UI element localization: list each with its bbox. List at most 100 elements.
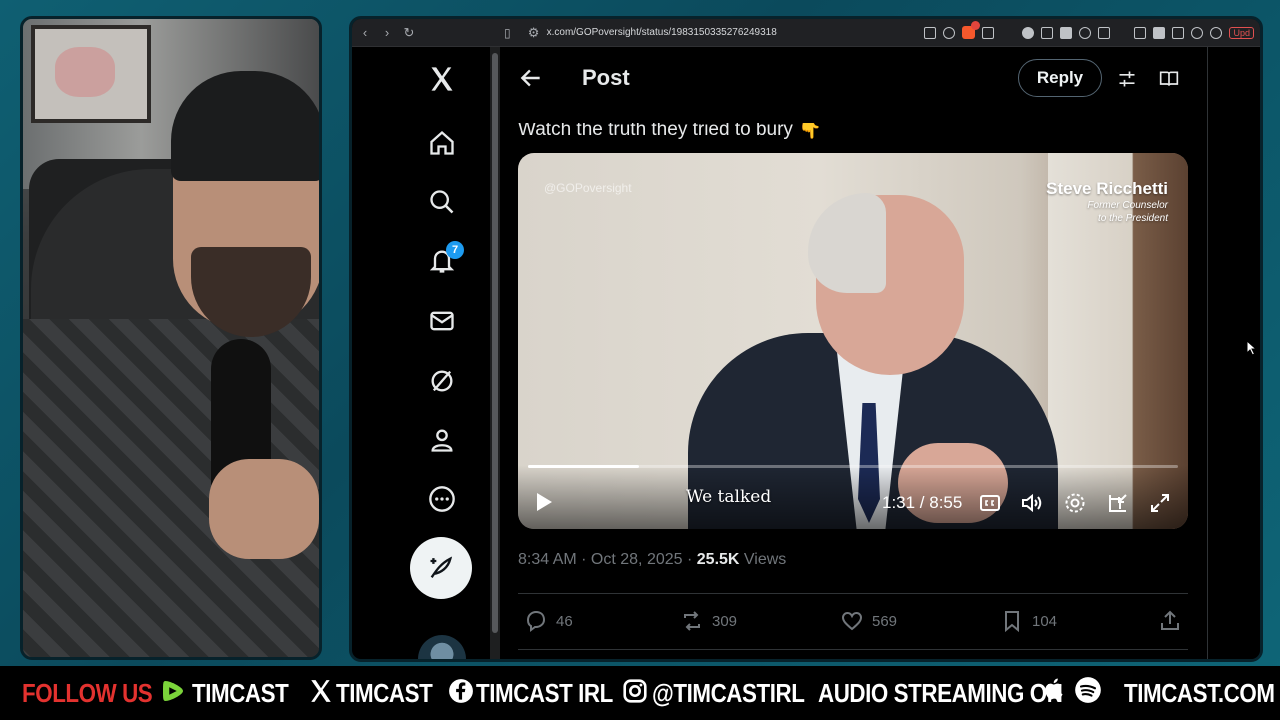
back-nav-icon[interactable]: ‹ (358, 25, 372, 40)
cast-icon[interactable] (924, 26, 937, 39)
address-bar[interactable]: ⚙ x.com/GOPoversight/status/198315033527… (519, 23, 859, 43)
scrollbar-thumb[interactable] (492, 53, 498, 633)
profile-icon[interactable] (424, 422, 460, 458)
feather-icon (430, 556, 453, 578)
page-title: Post (582, 65, 630, 90)
lower-third: Steve Ricchetti Former Counselor to the … (1046, 179, 1168, 225)
host-hand (209, 459, 319, 559)
site-settings-icon[interactable]: ⚙ (527, 25, 541, 40)
browser-window: ‹ › ↻ ▯ ⚙ x.com/GOPoversight/status/1983… (349, 16, 1263, 662)
rumble-icon (163, 681, 183, 701)
video-progress-bar[interactable] (528, 465, 1178, 468)
reload-icon[interactable]: ↻ (402, 25, 416, 40)
extension-icon-3[interactable] (1060, 26, 1073, 39)
compose-post-button[interactable] (410, 537, 472, 599)
url-text: x.com/GOPoversight/status/19831503352762… (546, 27, 777, 38)
video-speaker-hair (808, 193, 886, 293)
post-meta: 8:34 AM · Oct 28, 2025 · 25.5K Views (518, 551, 786, 569)
rumble-handle: TIMCAST (192, 678, 289, 708)
captions-icon[interactable] (978, 491, 1002, 515)
rewards-icon[interactable] (982, 26, 995, 39)
media-icon[interactable] (1134, 26, 1147, 39)
heart-icon (841, 611, 863, 631)
grok-icon[interactable] (424, 363, 460, 399)
repost-icon (684, 611, 700, 631)
notifications-icon[interactable]: 7 (424, 241, 464, 279)
bookmark-post-icon (1005, 611, 1019, 633)
home-icon[interactable] (424, 125, 460, 161)
play-icon[interactable] (532, 489, 556, 515)
toolbar-right: Upd (924, 21, 1254, 39)
post-header: Post Reply (500, 47, 1207, 109)
share-action[interactable] (1158, 609, 1182, 633)
x-sidebar: 7 (352, 47, 490, 659)
wallet-icon[interactable] (1172, 26, 1185, 39)
speaker-role-line2: to the President (1097, 213, 1168, 224)
bookmark-icon[interactable]: ▯ (504, 26, 511, 40)
leo-icon[interactable] (1191, 26, 1204, 39)
account-avatar[interactable] (418, 635, 466, 659)
follow-us-label: FOLLOW US (22, 678, 153, 708)
post-actions: 46 309 569 104 (518, 607, 1188, 637)
extensions-puzzle-icon[interactable] (1079, 26, 1092, 39)
volume-icon[interactable] (1020, 491, 1044, 515)
instagram-handle: @TIMCASTIRL (652, 678, 805, 708)
sidebar-icon[interactable] (1153, 26, 1166, 39)
facebook-handle: TIMCAST IRL (476, 678, 613, 708)
repost-count: 309 (712, 612, 738, 630)
views-label: Views (739, 551, 787, 568)
video-progress-fill (528, 465, 639, 468)
x-handle: TIMCAST (336, 678, 433, 708)
facebook-icon (449, 679, 473, 703)
site-url: TIMCAST.COM (1124, 678, 1275, 708)
share-icon (1161, 610, 1179, 630)
apple-icon (1045, 678, 1063, 700)
more-icon[interactable] (424, 481, 460, 517)
video-watermark: @GOPoversight (544, 181, 632, 195)
spotify-icon (1075, 677, 1101, 703)
repost-action[interactable]: 309 (680, 609, 737, 633)
bookmark-action[interactable]: 104 (1000, 609, 1057, 633)
shields-badge (971, 21, 981, 30)
mouse-cursor-icon (1246, 340, 1258, 356)
page-scrollbar[interactable] (490, 47, 500, 659)
extension-icon-1[interactable] (1022, 26, 1035, 39)
reply-button[interactable]: Reply (1018, 59, 1102, 97)
post-timestamp[interactable]: 8:34 AM · Oct 28, 2025 · (518, 551, 697, 568)
speaker-role-line1: Former Counselor (1087, 200, 1168, 211)
search-icon[interactable] (424, 184, 460, 220)
extension-icon-2[interactable] (1041, 26, 1054, 39)
back-arrow-icon[interactable] (518, 65, 544, 91)
settings-gear-icon[interactable] (1063, 491, 1087, 515)
extension-icon-4[interactable] (1098, 26, 1111, 39)
divider-top (518, 593, 1188, 594)
divider-bottom (518, 649, 1188, 650)
zoom-icon[interactable] (943, 26, 956, 39)
x-logo-icon[interactable] (424, 61, 460, 97)
video-player[interactable]: @GOPoversight Steve Ricchetti Former Cou… (518, 153, 1188, 529)
video-time: 1:31 / 8:55 (882, 493, 963, 512)
update-button[interactable]: Upd (1229, 26, 1254, 39)
audio-streaming-label: AUDIO STREAMING ON (818, 678, 1063, 708)
brave-shields-icon[interactable] (962, 21, 981, 39)
video-caption: We talked (686, 487, 772, 507)
webcam-feed (20, 16, 322, 660)
browser-toolbar: ‹ › ↻ ▯ ⚙ x.com/GOPoversight/status/1983… (352, 19, 1260, 47)
notifications-badge: 7 (446, 241, 464, 259)
filter-icon[interactable] (1116, 69, 1138, 89)
forward-nav-icon[interactable]: › (380, 25, 394, 40)
x-icon (311, 680, 331, 702)
wall-painting (31, 25, 151, 123)
views-count: 25.5K (696, 551, 740, 568)
picture-in-picture-icon[interactable] (1106, 491, 1130, 515)
social-banner: FOLLOW US TIMCAST TIMCAST TIMCAST IRL @T… (0, 666, 1280, 720)
reply-action[interactable]: 46 (524, 609, 573, 633)
like-action[interactable]: 569 (840, 609, 897, 633)
vpn-icon[interactable] (1210, 26, 1223, 39)
post-column: Post Reply Watch the truth they tried to… (500, 47, 1208, 659)
messages-icon[interactable] (424, 303, 460, 339)
fullscreen-icon[interactable] (1148, 491, 1172, 515)
instagram-icon (623, 679, 647, 703)
video-controls-gradient (518, 465, 1188, 529)
reader-view-icon[interactable] (1158, 69, 1180, 89)
